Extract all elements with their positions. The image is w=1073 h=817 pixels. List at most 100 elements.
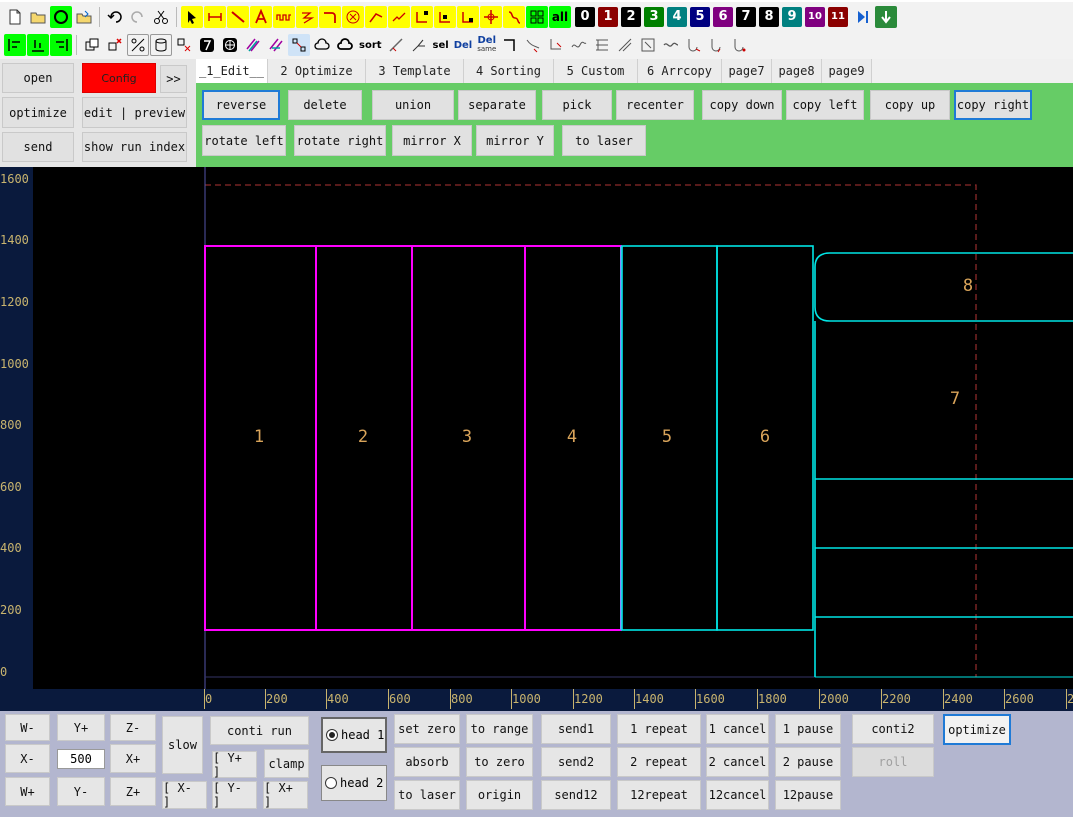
multi-select-icon[interactable] bbox=[173, 34, 195, 56]
cloud-icon[interactable] bbox=[311, 34, 333, 56]
slash-path-icon[interactable] bbox=[385, 34, 407, 56]
sort-button[interactable]: sort bbox=[357, 34, 384, 56]
optimize-button[interactable]: optimize bbox=[2, 97, 74, 128]
layer-5-button[interactable]: 5 bbox=[690, 6, 710, 27]
curve-cut-icon[interactable] bbox=[522, 34, 544, 56]
align-left-icon[interactable] bbox=[4, 34, 26, 56]
layer-9-button[interactable]: 9 bbox=[782, 6, 802, 27]
y-plus-button[interactable]: Y+ bbox=[57, 714, 105, 741]
text-icon[interactable] bbox=[250, 5, 272, 28]
more-button[interactable]: >> bbox=[160, 65, 187, 93]
node-break-icon[interactable] bbox=[503, 5, 525, 28]
target-icon[interactable] bbox=[342, 5, 364, 28]
config-button[interactable]: Config bbox=[82, 63, 156, 93]
select-arrow-icon[interactable] bbox=[181, 5, 203, 28]
mirror-X-button[interactable]: mirror X bbox=[392, 125, 472, 156]
lightning-icon[interactable] bbox=[296, 5, 318, 28]
layer-10-button[interactable]: 10 bbox=[805, 6, 825, 27]
send2-button[interactable]: send2 bbox=[541, 747, 611, 777]
z-minus-button[interactable]: Z- bbox=[110, 714, 156, 741]
download-arrow-icon[interactable] bbox=[875, 5, 897, 28]
tab-3[interactable]: 3 Template bbox=[366, 59, 464, 83]
arc-icon[interactable] bbox=[319, 5, 341, 28]
union-button[interactable]: union bbox=[372, 90, 454, 120]
to-laser-bottom-button[interactable]: to laser bbox=[394, 780, 460, 810]
show-run-index-button[interactable]: show run index bbox=[82, 132, 187, 162]
repeat12-button[interactable]: 12repeat bbox=[617, 780, 701, 810]
sel-button[interactable]: sel bbox=[431, 34, 451, 56]
repeat1-button[interactable]: 1 repeat bbox=[617, 714, 701, 744]
tab-2[interactable]: 2 Optimize bbox=[268, 59, 366, 83]
globe-icon[interactable] bbox=[219, 34, 241, 56]
slow-button[interactable]: slow bbox=[162, 716, 203, 774]
tab-6[interactable]: 6 Arrcopy bbox=[638, 59, 722, 83]
roll-button[interactable]: roll bbox=[852, 747, 934, 777]
head1-radio[interactable]: head 1 bbox=[321, 717, 387, 753]
x-plus-button[interactable]: X+ bbox=[110, 744, 156, 773]
copy-up-button[interactable]: copy up bbox=[870, 90, 950, 120]
skip-end-icon[interactable] bbox=[852, 6, 874, 28]
layer-0-button[interactable]: 0 bbox=[575, 6, 595, 27]
align-right-icon[interactable] bbox=[50, 34, 72, 56]
send12-button[interactable]: send12 bbox=[541, 780, 611, 810]
del-same-button[interactable]: Del same bbox=[475, 34, 498, 56]
tab-8[interactable]: page8 bbox=[772, 59, 822, 83]
redo-icon[interactable] bbox=[127, 6, 149, 28]
hook-cut-icon[interactable] bbox=[683, 34, 705, 56]
copy-down-button[interactable]: copy down bbox=[702, 90, 782, 120]
polyline-icon[interactable] bbox=[365, 5, 387, 28]
circle-icon[interactable] bbox=[50, 5, 72, 28]
absorb-button[interactable]: absorb bbox=[394, 747, 460, 777]
node-delete-icon[interactable] bbox=[457, 5, 479, 28]
y-minus-button[interactable]: Y- bbox=[57, 777, 105, 806]
recenter-button[interactable]: recenter bbox=[616, 90, 694, 120]
head2-radio[interactable]: head 2 bbox=[321, 765, 387, 801]
open-folder-icon[interactable] bbox=[27, 6, 49, 28]
cut-icon[interactable] bbox=[150, 6, 172, 28]
cancel2-button[interactable]: 2 cancel bbox=[706, 747, 769, 777]
step-input[interactable] bbox=[57, 749, 105, 769]
layer-2-button[interactable]: 2 bbox=[621, 6, 641, 27]
send1-button[interactable]: send1 bbox=[541, 714, 611, 744]
pause1-button[interactable]: 1 pause bbox=[775, 714, 841, 744]
bracket-x-plus-button[interactable]: [ X+ ] bbox=[263, 781, 308, 809]
tab-9[interactable]: page9 bbox=[822, 59, 872, 83]
layer-11-button[interactable]: 11 bbox=[828, 6, 848, 27]
step-path-icon[interactable] bbox=[408, 34, 430, 56]
dimension-icon[interactable] bbox=[204, 5, 226, 28]
node-add-icon[interactable] bbox=[434, 5, 456, 28]
to-range-button[interactable]: to range bbox=[466, 714, 533, 744]
to-zero-button[interactable]: to zero bbox=[466, 747, 533, 777]
diagonal-lines-icon[interactable] bbox=[242, 34, 264, 56]
clamp-button[interactable]: clamp bbox=[264, 749, 309, 778]
layer-1-button[interactable]: 1 bbox=[598, 6, 618, 27]
delete-shape-icon[interactable] bbox=[104, 34, 126, 56]
x-minus-button[interactable]: X- bbox=[5, 744, 50, 773]
wave-cut-icon[interactable] bbox=[568, 34, 590, 56]
cloud-outline-icon[interactable] bbox=[334, 34, 356, 56]
origin-button[interactable]: origin bbox=[466, 780, 533, 810]
send-button[interactable]: send bbox=[2, 132, 74, 162]
pause12-button[interactable]: 12pause bbox=[775, 780, 841, 810]
pick-button[interactable]: pick bbox=[542, 90, 612, 120]
tab-1[interactable]: _1_Edit__ bbox=[196, 59, 268, 83]
hook-cut-end-icon[interactable] bbox=[729, 34, 751, 56]
bracket-y-plus-button[interactable]: [ Y+ ] bbox=[212, 751, 257, 779]
layer-4-button[interactable]: 4 bbox=[667, 6, 687, 27]
mirror-Y-button[interactable]: mirror Y bbox=[476, 125, 554, 156]
comb-icon[interactable] bbox=[591, 34, 613, 56]
database-icon[interactable] bbox=[150, 34, 172, 56]
number-seven-icon[interactable] bbox=[196, 34, 218, 56]
separate-button[interactable]: separate bbox=[458, 90, 536, 120]
undo-icon[interactable] bbox=[104, 6, 126, 28]
open-button[interactable]: open bbox=[2, 63, 74, 93]
align-bottom-icon[interactable] bbox=[27, 34, 49, 56]
to-laser-button[interactable]: to laser bbox=[562, 125, 646, 156]
new-file-icon[interactable] bbox=[4, 6, 26, 28]
percent-grid-icon[interactable] bbox=[127, 34, 149, 56]
del-button[interactable]: Del bbox=[452, 34, 475, 56]
bracket-x-minus-button[interactable]: [ X- ] bbox=[162, 781, 207, 809]
delete-button[interactable]: delete bbox=[288, 90, 362, 120]
line-icon[interactable] bbox=[227, 5, 249, 28]
array-icon[interactable] bbox=[526, 5, 548, 28]
